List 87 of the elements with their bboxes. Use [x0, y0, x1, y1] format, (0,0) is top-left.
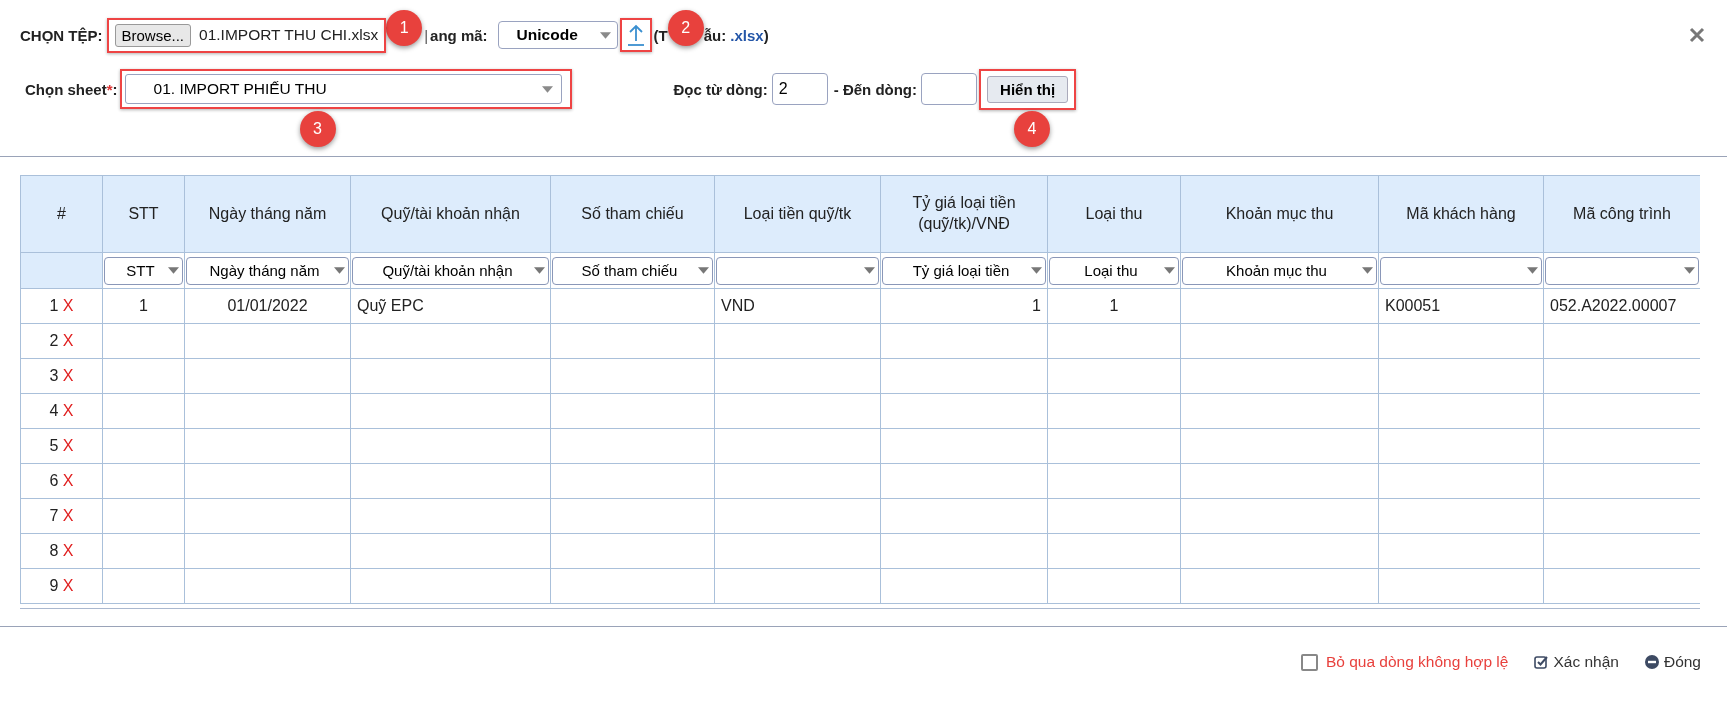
confirm-button[interactable]: Xác nhận: [1534, 653, 1619, 671]
encoding-label: ang mã:: [430, 26, 488, 44]
filter-dropdown[interactable]: Ngày tháng năm: [186, 256, 349, 285]
caret-icon: [1164, 267, 1175, 274]
caret-icon: [1362, 267, 1373, 274]
skip-invalid-label[interactable]: Bỏ qua dòng không hợp lệ: [1325, 653, 1509, 671]
column-header: Khoản mục thu: [1180, 175, 1379, 253]
upload-icon[interactable]: [626, 23, 645, 47]
table-cell: 1: [139, 297, 148, 314]
caret-icon: [541, 85, 553, 93]
file-label: CHỌN TỆP:: [20, 26, 103, 44]
caret-icon: [599, 31, 611, 39]
caret-icon: [334, 267, 345, 274]
sheet-dropdown[interactable]: 01. IMPORT PHIẾU THU: [124, 74, 562, 104]
caret-icon: [168, 267, 179, 274]
separator: |: [424, 26, 429, 44]
row-number: 5: [49, 437, 59, 454]
required-mark: *: [106, 80, 113, 98]
table-cell: K00051: [1385, 297, 1441, 314]
template-label: ẫu:: [703, 26, 727, 44]
delete-row-button[interactable]: X: [62, 507, 74, 524]
close-button[interactable]: Đóng: [1644, 653, 1701, 671]
minus-circle-icon: [1644, 655, 1659, 669]
checkbox-icon: [1534, 655, 1549, 669]
column-header: Ngày tháng năm: [184, 175, 351, 253]
sheet-label: Chọn sheet: [25, 80, 107, 98]
table-cell: 052.A2022.00007: [1550, 297, 1677, 314]
template-prefix: (T: [653, 26, 668, 44]
column-header: Mã khách hàng: [1378, 175, 1544, 253]
delete-row-button[interactable]: X: [62, 367, 74, 384]
filter-dropdown[interactable]: Tỷ giá loại tiền: [882, 256, 1046, 285]
step-badge: 2: [667, 10, 704, 46]
table-cell: 01/01/2022: [227, 297, 308, 314]
column-header: #: [20, 175, 103, 253]
row-number: 1: [49, 297, 59, 314]
encoding-dropdown[interactable]: Unicode: [497, 21, 618, 49]
row-number: 9: [49, 577, 59, 594]
show-button[interactable]: Hiển thị: [987, 75, 1069, 103]
step-badge: 1: [386, 10, 423, 46]
row-number: 6: [49, 472, 59, 489]
column-header: Tỷ giá loại tiền (quỹ/tk)/VNĐ: [880, 175, 1048, 253]
caret-icon: [1527, 267, 1538, 274]
to-row-field[interactable]: [921, 73, 978, 105]
to-row-label: - Đến dòng:: [833, 80, 918, 98]
filter-dropdown[interactable]: Số tham chiếu: [552, 256, 713, 285]
row-number: 3: [49, 367, 59, 384]
delete-row-button[interactable]: X: [62, 542, 74, 559]
caret-icon: [1684, 267, 1695, 274]
from-row-field[interactable]: 2: [771, 73, 828, 105]
column-header: Số tham chiếu: [550, 175, 715, 253]
column-header: Mã công trình: [1543, 175, 1700, 253]
row-number: 7: [49, 507, 59, 524]
table-cell: VND: [721, 297, 755, 314]
caret-icon: [1031, 267, 1042, 274]
filter-dropdown[interactable]: Quỹ/tài khoản nhận: [352, 256, 549, 285]
column-header: Loại thu: [1047, 175, 1181, 253]
from-row-label: Đọc từ dòng:: [673, 80, 768, 98]
browse-button[interactable]: Browse...: [114, 23, 192, 47]
step-badge: 4: [1014, 110, 1051, 147]
caret-icon: [864, 267, 875, 274]
caret-icon: [534, 267, 545, 274]
filter-dropdown[interactable]: STT: [104, 256, 183, 285]
delete-row-button[interactable]: X: [62, 472, 74, 489]
row-number: 8: [49, 542, 59, 559]
table-cell: Quỹ EPC: [357, 297, 424, 314]
close-icon[interactable]: [1689, 27, 1705, 43]
delete-row-button[interactable]: X: [62, 402, 74, 419]
label-colon: :: [112, 80, 118, 98]
row-number: 4: [49, 402, 59, 419]
delete-row-button[interactable]: X: [62, 332, 74, 349]
caret-icon: [698, 267, 709, 274]
row-number: 2: [49, 332, 59, 349]
column-header: STT: [102, 175, 185, 253]
template-suffix: ): [763, 26, 769, 44]
checkbox[interactable]: [1300, 653, 1318, 671]
column-header: Loại tiền quỹ/tk: [714, 175, 881, 253]
step-badge: 3: [299, 111, 336, 147]
delete-row-button[interactable]: X: [62, 577, 74, 594]
delete-row-button[interactable]: X: [62, 297, 74, 314]
filter-dropdown[interactable]: Loại thu: [1049, 256, 1179, 285]
file-name: 01.IMPORT THU CHI.xlsx: [199, 26, 379, 44]
template-link[interactable]: .xlsx: [730, 26, 764, 44]
delete-row-button[interactable]: X: [62, 437, 74, 454]
filter-dropdown[interactable]: Khoản mục thu: [1182, 256, 1377, 285]
table-cell: 1: [1032, 297, 1041, 314]
column-header: Quỹ/tài khoản nhận: [350, 175, 551, 253]
table-cell: 1: [1109, 297, 1119, 314]
